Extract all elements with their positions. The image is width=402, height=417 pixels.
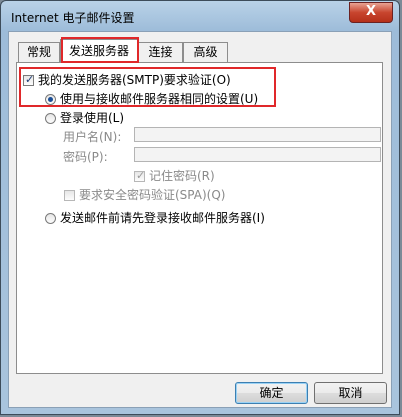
ok-button-label: 确定: [259, 386, 284, 400]
login-label: 登录使用(L): [60, 111, 125, 125]
tab-advanced[interactable]: 高级: [183, 42, 228, 62]
spa-checkbox[interactable]: 要求安全密码验证(SPA)(Q): [64, 186, 225, 203]
title-bar[interactable]: Internet 电子邮件设置 X: [1, 1, 399, 31]
username-label: 用户名(N):: [63, 130, 122, 144]
remember-password-label: 记住密码(R): [149, 169, 215, 183]
same-settings-radio-button[interactable]: [45, 94, 56, 105]
cancel-button-label: 取消: [338, 386, 363, 400]
require-auth-label: 我的发送服务器(SMTP)要求验证(O): [38, 73, 231, 87]
login-before-send-radio[interactable]: 发送邮件前请先登录接收邮件服务器(I): [45, 209, 265, 226]
ok-button[interactable]: 确定: [235, 382, 308, 404]
remember-password-checkbox[interactable]: ✓ 记住密码(R): [134, 167, 215, 184]
window-title: Internet 电子邮件设置: [11, 11, 135, 25]
checkmark-icon: ✓: [25, 73, 35, 86]
tab-advanced-label: 高级: [193, 45, 218, 59]
tab-general[interactable]: 常规: [18, 42, 60, 62]
tab-connection-label: 连接: [148, 45, 173, 59]
spa-label: 要求安全密码验证(SPA)(Q): [79, 188, 226, 202]
login-radio-button[interactable]: [45, 113, 56, 124]
tab-connection[interactable]: 连接: [138, 42, 183, 62]
require-auth-check-box[interactable]: ✓: [23, 73, 35, 86]
checkmark-icon: ✓: [136, 169, 146, 182]
tab-panel-outgoing-server: ✓ 我的发送服务器(SMTP)要求验证(O) 使用与接收邮件服务器相同的设置(U)…: [16, 62, 383, 374]
radio-selected-dot-icon: [48, 97, 53, 102]
same-settings-radio[interactable]: 使用与接收邮件服务器相同的设置(U): [45, 90, 258, 107]
cancel-button[interactable]: 取消: [314, 382, 387, 404]
require-auth-checkbox[interactable]: ✓ 我的发送服务器(SMTP)要求验证(O): [23, 71, 231, 88]
remember-password-check-box[interactable]: ✓: [134, 169, 146, 182]
password-label: 密码(P):: [63, 150, 108, 164]
dialog-client-area: 常规 发送服务器 连接 高级 ✓ 我的发送服务器(SMTP)要求验证(O) 使用与…: [8, 31, 392, 408]
tab-outgoing-server[interactable]: 发送服务器: [60, 39, 138, 63]
close-button[interactable]: X: [349, 2, 393, 23]
same-settings-label: 使用与接收邮件服务器相同的设置(U): [60, 92, 259, 106]
tab-general-label: 常规: [26, 45, 51, 59]
password-input[interactable]: [134, 147, 381, 162]
tab-outgoing-server-label: 发送服务器: [68, 44, 129, 58]
close-icon: X: [365, 4, 377, 19]
spa-check-box[interactable]: [64, 190, 75, 201]
login-before-send-radio-button[interactable]: [45, 213, 56, 224]
dialog-window: Internet 电子邮件设置 X 常规 发送服务器 连接 高级 ✓ 我的发送服务…: [0, 0, 400, 415]
login-radio[interactable]: 登录使用(L): [45, 109, 124, 126]
login-before-send-label: 发送邮件前请先登录接收邮件服务器(I): [60, 211, 265, 225]
username-input[interactable]: [134, 127, 381, 142]
